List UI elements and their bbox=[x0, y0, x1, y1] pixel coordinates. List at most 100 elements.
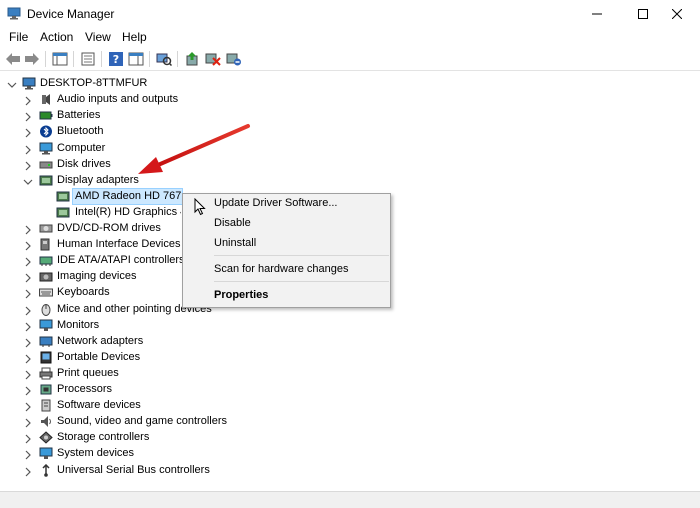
svg-text:?: ? bbox=[113, 53, 119, 66]
menu-action[interactable]: Action bbox=[40, 30, 73, 44]
tree-category-display-adapters[interactable]: Display adapters bbox=[0, 173, 240, 189]
mouse-icon bbox=[41, 303, 51, 316]
chevron-right-icon[interactable] bbox=[23, 145, 33, 155]
forward-button[interactable] bbox=[23, 50, 41, 68]
properties-button[interactable] bbox=[79, 50, 97, 68]
battery-icon bbox=[39, 111, 53, 120]
device-intel-hd[interactable]: Intel(R) HD Graphics 4000 bbox=[0, 205, 185, 221]
tree-category-label: Disk drives bbox=[57, 157, 111, 170]
chevron-right-icon[interactable] bbox=[23, 273, 33, 283]
tree-category-audio-inputs-and-outputs[interactable]: Audio inputs and outputs bbox=[0, 92, 240, 108]
toolbar-separator bbox=[177, 51, 178, 67]
tree-category-batteries[interactable]: Batteries bbox=[0, 108, 240, 124]
minimize-button[interactable] bbox=[574, 0, 620, 28]
close-button[interactable] bbox=[654, 0, 700, 28]
chevron-right-icon[interactable] bbox=[23, 354, 33, 364]
disable-device-button[interactable] bbox=[225, 50, 243, 68]
toolbar-separator bbox=[101, 51, 102, 67]
tree-category-label: Universal Serial Bus controllers bbox=[57, 463, 210, 476]
menu-file[interactable]: File bbox=[9, 30, 28, 44]
help-button[interactable]: ? bbox=[107, 50, 125, 68]
chevron-right-icon[interactable] bbox=[23, 161, 33, 171]
back-button[interactable] bbox=[4, 50, 22, 68]
tree-category-software-devices[interactable]: Software devices bbox=[0, 398, 240, 414]
chevron-right-icon[interactable] bbox=[23, 402, 33, 412]
chevron-right-icon[interactable] bbox=[23, 338, 33, 348]
update-driver-button[interactable] bbox=[183, 50, 201, 68]
tree-category-computer[interactable]: Computer bbox=[0, 141, 240, 157]
help-icon: ? bbox=[109, 52, 123, 66]
menu-uninstall[interactable]: Uninstall bbox=[214, 237, 256, 249]
tree-root[interactable]: DESKTOP-8TTMFUR bbox=[0, 76, 200, 92]
chevron-right-icon[interactable] bbox=[23, 257, 33, 267]
hid-icon bbox=[40, 238, 50, 251]
properties-icon bbox=[81, 52, 95, 66]
scan-hardware-button[interactable] bbox=[155, 50, 173, 68]
chevron-right-icon[interactable] bbox=[23, 241, 33, 251]
tree-category-network-adapters[interactable]: Network adapters bbox=[0, 334, 240, 350]
menu-update-driver[interactable]: Update Driver Software... bbox=[214, 197, 338, 209]
disable-device-icon bbox=[226, 53, 241, 66]
back-arrow-icon bbox=[6, 53, 20, 65]
chevron-right-icon[interactable] bbox=[23, 450, 33, 460]
toolbar-separator bbox=[45, 51, 46, 67]
chevron-right-icon[interactable] bbox=[23, 467, 33, 477]
status-bar bbox=[0, 491, 700, 508]
tree-category-storage-controllers[interactable]: Storage controllers bbox=[0, 430, 240, 446]
chevron-right-icon[interactable] bbox=[23, 96, 33, 106]
toolbar: ? bbox=[0, 47, 700, 71]
device-amd-radeon[interactable]: AMD Radeon HD 7670M bbox=[0, 189, 185, 205]
chevron-right-icon[interactable] bbox=[23, 306, 33, 316]
chevron-down-icon[interactable] bbox=[23, 177, 33, 187]
processor-icon bbox=[40, 384, 52, 395]
tree-category-processors[interactable]: Processors bbox=[0, 382, 240, 398]
tree-category-label: Imaging devices bbox=[57, 270, 137, 283]
menu-view[interactable]: View bbox=[85, 30, 111, 44]
tree-category-universal-serial-bus-controllers[interactable]: Universal Serial Bus controllers bbox=[0, 463, 240, 479]
tree-category-portable-devices[interactable]: Portable Devices bbox=[0, 350, 240, 366]
display-adapter-icon bbox=[39, 175, 53, 186]
chevron-right-icon[interactable] bbox=[23, 225, 33, 235]
uninstall-device-button[interactable] bbox=[204, 50, 222, 68]
tree-category-print-queues[interactable]: Print queues bbox=[0, 366, 240, 382]
device-amd-radeon-label: AMD Radeon HD 7670M bbox=[75, 190, 181, 202]
tree-category-sound-video-and-game-controllers[interactable]: Sound, video and game controllers bbox=[0, 414, 240, 430]
tree-category-label: DVD/CD-ROM drives bbox=[57, 222, 161, 234]
tree-category-monitors[interactable]: Monitors bbox=[0, 318, 240, 334]
window-title: Device Manager bbox=[27, 7, 115, 21]
tree-category-label: IDE ATA/ATAPI controllers bbox=[57, 254, 185, 267]
monitor-icon bbox=[39, 319, 53, 331]
dvd-drive-icon bbox=[39, 224, 53, 233]
menu-properties[interactable]: Properties bbox=[214, 289, 268, 301]
chevron-down-icon[interactable] bbox=[7, 80, 17, 90]
action-pane-button[interactable] bbox=[127, 50, 145, 68]
menu-help[interactable]: Help bbox=[122, 30, 147, 44]
menu-scan-hardware[interactable]: Scan for hardware changes bbox=[214, 263, 349, 275]
tree-category-disk-drives[interactable]: Disk drives bbox=[0, 157, 240, 173]
chevron-right-icon[interactable] bbox=[23, 128, 33, 138]
ide-controller-icon bbox=[39, 256, 53, 267]
device-manager-icon bbox=[7, 7, 21, 20]
chevron-right-icon[interactable] bbox=[23, 434, 33, 444]
minimize-icon bbox=[592, 13, 602, 15]
chevron-right-icon[interactable] bbox=[23, 418, 33, 428]
tree-category-label: Computer bbox=[57, 141, 106, 154]
tree-category-label: Bluetooth bbox=[57, 125, 104, 138]
tree-category-label: Print queues bbox=[57, 366, 119, 379]
context-separator bbox=[214, 281, 389, 282]
mouse-cursor-icon bbox=[194, 198, 206, 216]
title-bar: Device Manager bbox=[0, 0, 700, 28]
chevron-right-icon[interactable] bbox=[23, 112, 33, 122]
chevron-right-icon[interactable] bbox=[23, 370, 33, 380]
disk-drive-icon bbox=[39, 161, 53, 169]
chevron-right-icon[interactable] bbox=[23, 386, 33, 396]
show-hide-console-tree-icon bbox=[52, 52, 68, 66]
tree-category-system-devices[interactable]: System devices bbox=[0, 446, 240, 462]
tree-category-bluetooth[interactable]: Bluetooth bbox=[0, 124, 240, 140]
software-device-icon bbox=[41, 399, 51, 412]
system-device-icon bbox=[39, 447, 53, 460]
show-hide-console-tree-button[interactable] bbox=[51, 50, 69, 68]
chevron-right-icon[interactable] bbox=[23, 289, 33, 299]
chevron-right-icon[interactable] bbox=[23, 322, 33, 332]
menu-disable[interactable]: Disable bbox=[214, 217, 251, 229]
